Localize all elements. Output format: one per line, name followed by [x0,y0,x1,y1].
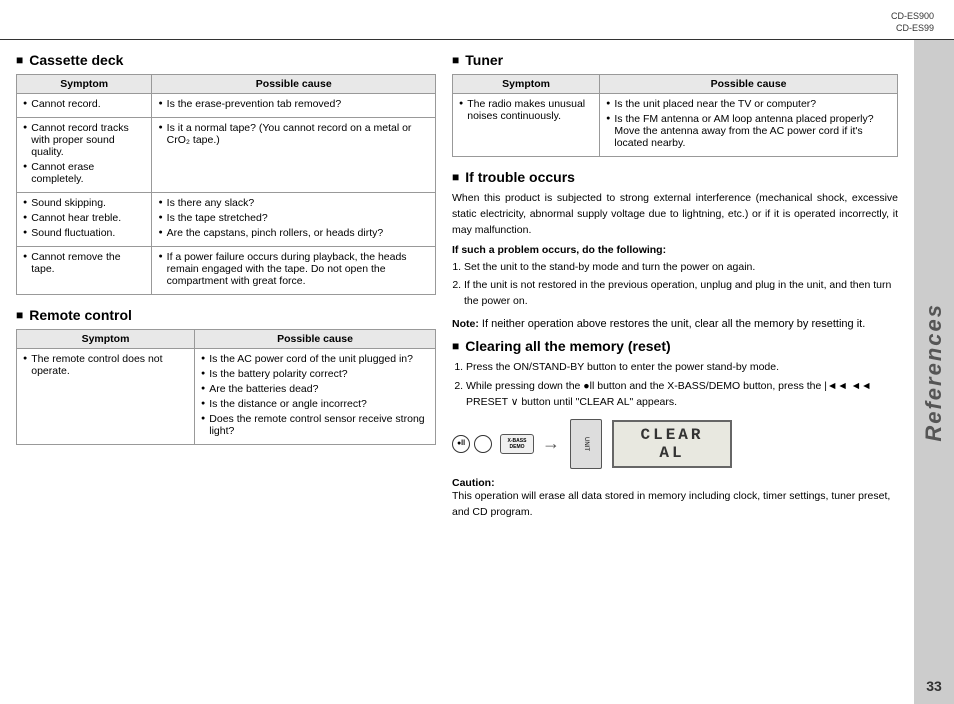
left-column: Cassette deck Symptom Possible cause Can… [16,52,436,692]
model-numbers: CD-ES900 CD-ES99 [891,10,934,35]
top-bar: CD-ES900 CD-ES99 [0,0,954,40]
xbass-demo-button-icon: X-BASS DEMO [500,434,534,454]
list-item: Is it a normal tape? (You cannot record … [158,122,429,146]
lcd-display: CLEAR AL [612,420,732,468]
trouble-section: If trouble occurs When this product is s… [452,169,898,330]
remote-table: Symptom Possible cause The remote contro… [16,329,436,445]
table-row: The radio makes unusual noises continuou… [453,94,898,157]
list-item: Does the remote control sensor receive s… [201,413,429,437]
cassette-col1: Symptom [17,75,152,94]
list-item: Sound fluctuation. [23,227,145,239]
list-item: Cannot erase completely. [23,161,145,185]
remote-col2: Possible cause [195,330,436,349]
list-item: Is the distance or angle incorrect? [201,398,429,410]
page: CD-ES900 CD-ES99 Cassette deck Symptom P… [0,0,954,704]
cassette-col2: Possible cause [152,75,436,94]
caution-section: Caution: This operation will erase all d… [452,477,898,521]
table-row: Sound skipping. Cannot hear treble. Soun… [17,193,436,247]
list-item: Sound skipping. [23,197,145,209]
list-item: Is the battery polarity correct? [201,368,429,380]
reset-title: Clearing all the memory (reset) [452,338,898,354]
caution-title: Caution: [452,477,495,489]
list-item: Is the erase-prevention tab removed? [158,98,429,110]
page-number: 33 [926,678,942,694]
side-tab-label: References [921,303,947,442]
circle-icon [474,435,492,453]
reset-step-2: While pressing down the ●ll button and t… [466,379,898,411]
arrow-icon: → [542,433,560,454]
main-content: Cassette deck Symptom Possible cause Can… [0,40,914,704]
list-item: Is the unit placed near the TV or comput… [606,98,891,110]
trouble-description: When this product is subjected to strong… [452,191,898,238]
trouble-step-2: If the unit is not restored in the previ… [464,278,898,310]
caution-text: This operation will erase all data store… [452,489,898,521]
cassette-table: Symptom Possible cause Cannot record. [16,74,436,295]
trouble-step-1: Set the unit to the stand-by mode and tu… [464,260,898,276]
side-tab: References 33 [914,40,954,704]
button-group: ●ll [452,435,492,453]
list-item: Cannot remove the tape. [23,251,145,275]
list-item: Are the capstans, pinch rollers, or head… [158,227,429,239]
table-row: Cannot record. Is the erase-prevention t… [17,94,436,118]
list-item: The remote control does not operate. [23,353,188,377]
trouble-instruction: If such a problem occurs, do the followi… [452,244,898,256]
remote-section-title: Remote control [16,307,436,323]
note-section: Note: If neither operation above restore… [452,318,898,330]
tuner-col1: Symptom [453,75,600,94]
tuner-section-title: Tuner [452,52,898,68]
note-text: If neither operation above restores the … [482,318,865,330]
list-item: Is there any slack? [158,197,429,209]
reset-step-1: Press the ON/STAND-BY button to enter th… [466,360,898,376]
list-item: If a power failure occurs during playbac… [158,251,429,287]
list-item: Cannot record. [23,98,145,110]
tuner-table: Symptom Possible cause The radio makes u… [452,74,898,157]
list-item: Cannot record tracks with proper sound q… [23,122,145,158]
list-item: Are the batteries dead? [201,383,429,395]
list-item: Is the FM antenna or AM loop antenna pla… [606,113,891,149]
trouble-title: If trouble occurs [452,169,898,185]
cassette-section-title: Cassette deck [16,52,436,68]
display-area: ●ll X-BASS DEMO → UNIT CLEAR AL [452,419,898,469]
table-row: Cannot remove the tape. If a power failu… [17,247,436,295]
table-row: The remote control does not operate. Is … [17,349,436,445]
pause-button-icon: ●ll [452,435,470,453]
tuner-col2: Possible cause [600,75,898,94]
table-row: Cannot record tracks with proper sound q… [17,118,436,193]
reset-steps: Press the ON/STAND-BY button to enter th… [452,360,898,411]
right-column: Tuner Symptom Possible cause The radio m… [452,52,898,692]
remote-col1: Symptom [17,330,195,349]
content-area: Cassette deck Symptom Possible cause Can… [0,40,954,704]
reset-section: Clearing all the memory (reset) Press th… [452,338,898,521]
list-item: Cannot hear treble. [23,212,145,224]
list-item: Is the tape stretched? [158,212,429,224]
note-title: Note: [452,318,479,330]
trouble-steps: Set the unit to the stand-by mode and tu… [452,260,898,309]
list-item: Is the AC power cord of the unit plugged… [201,353,429,365]
list-item: The radio makes unusual noises continuou… [459,98,593,122]
unit-icon: UNIT [568,419,604,469]
